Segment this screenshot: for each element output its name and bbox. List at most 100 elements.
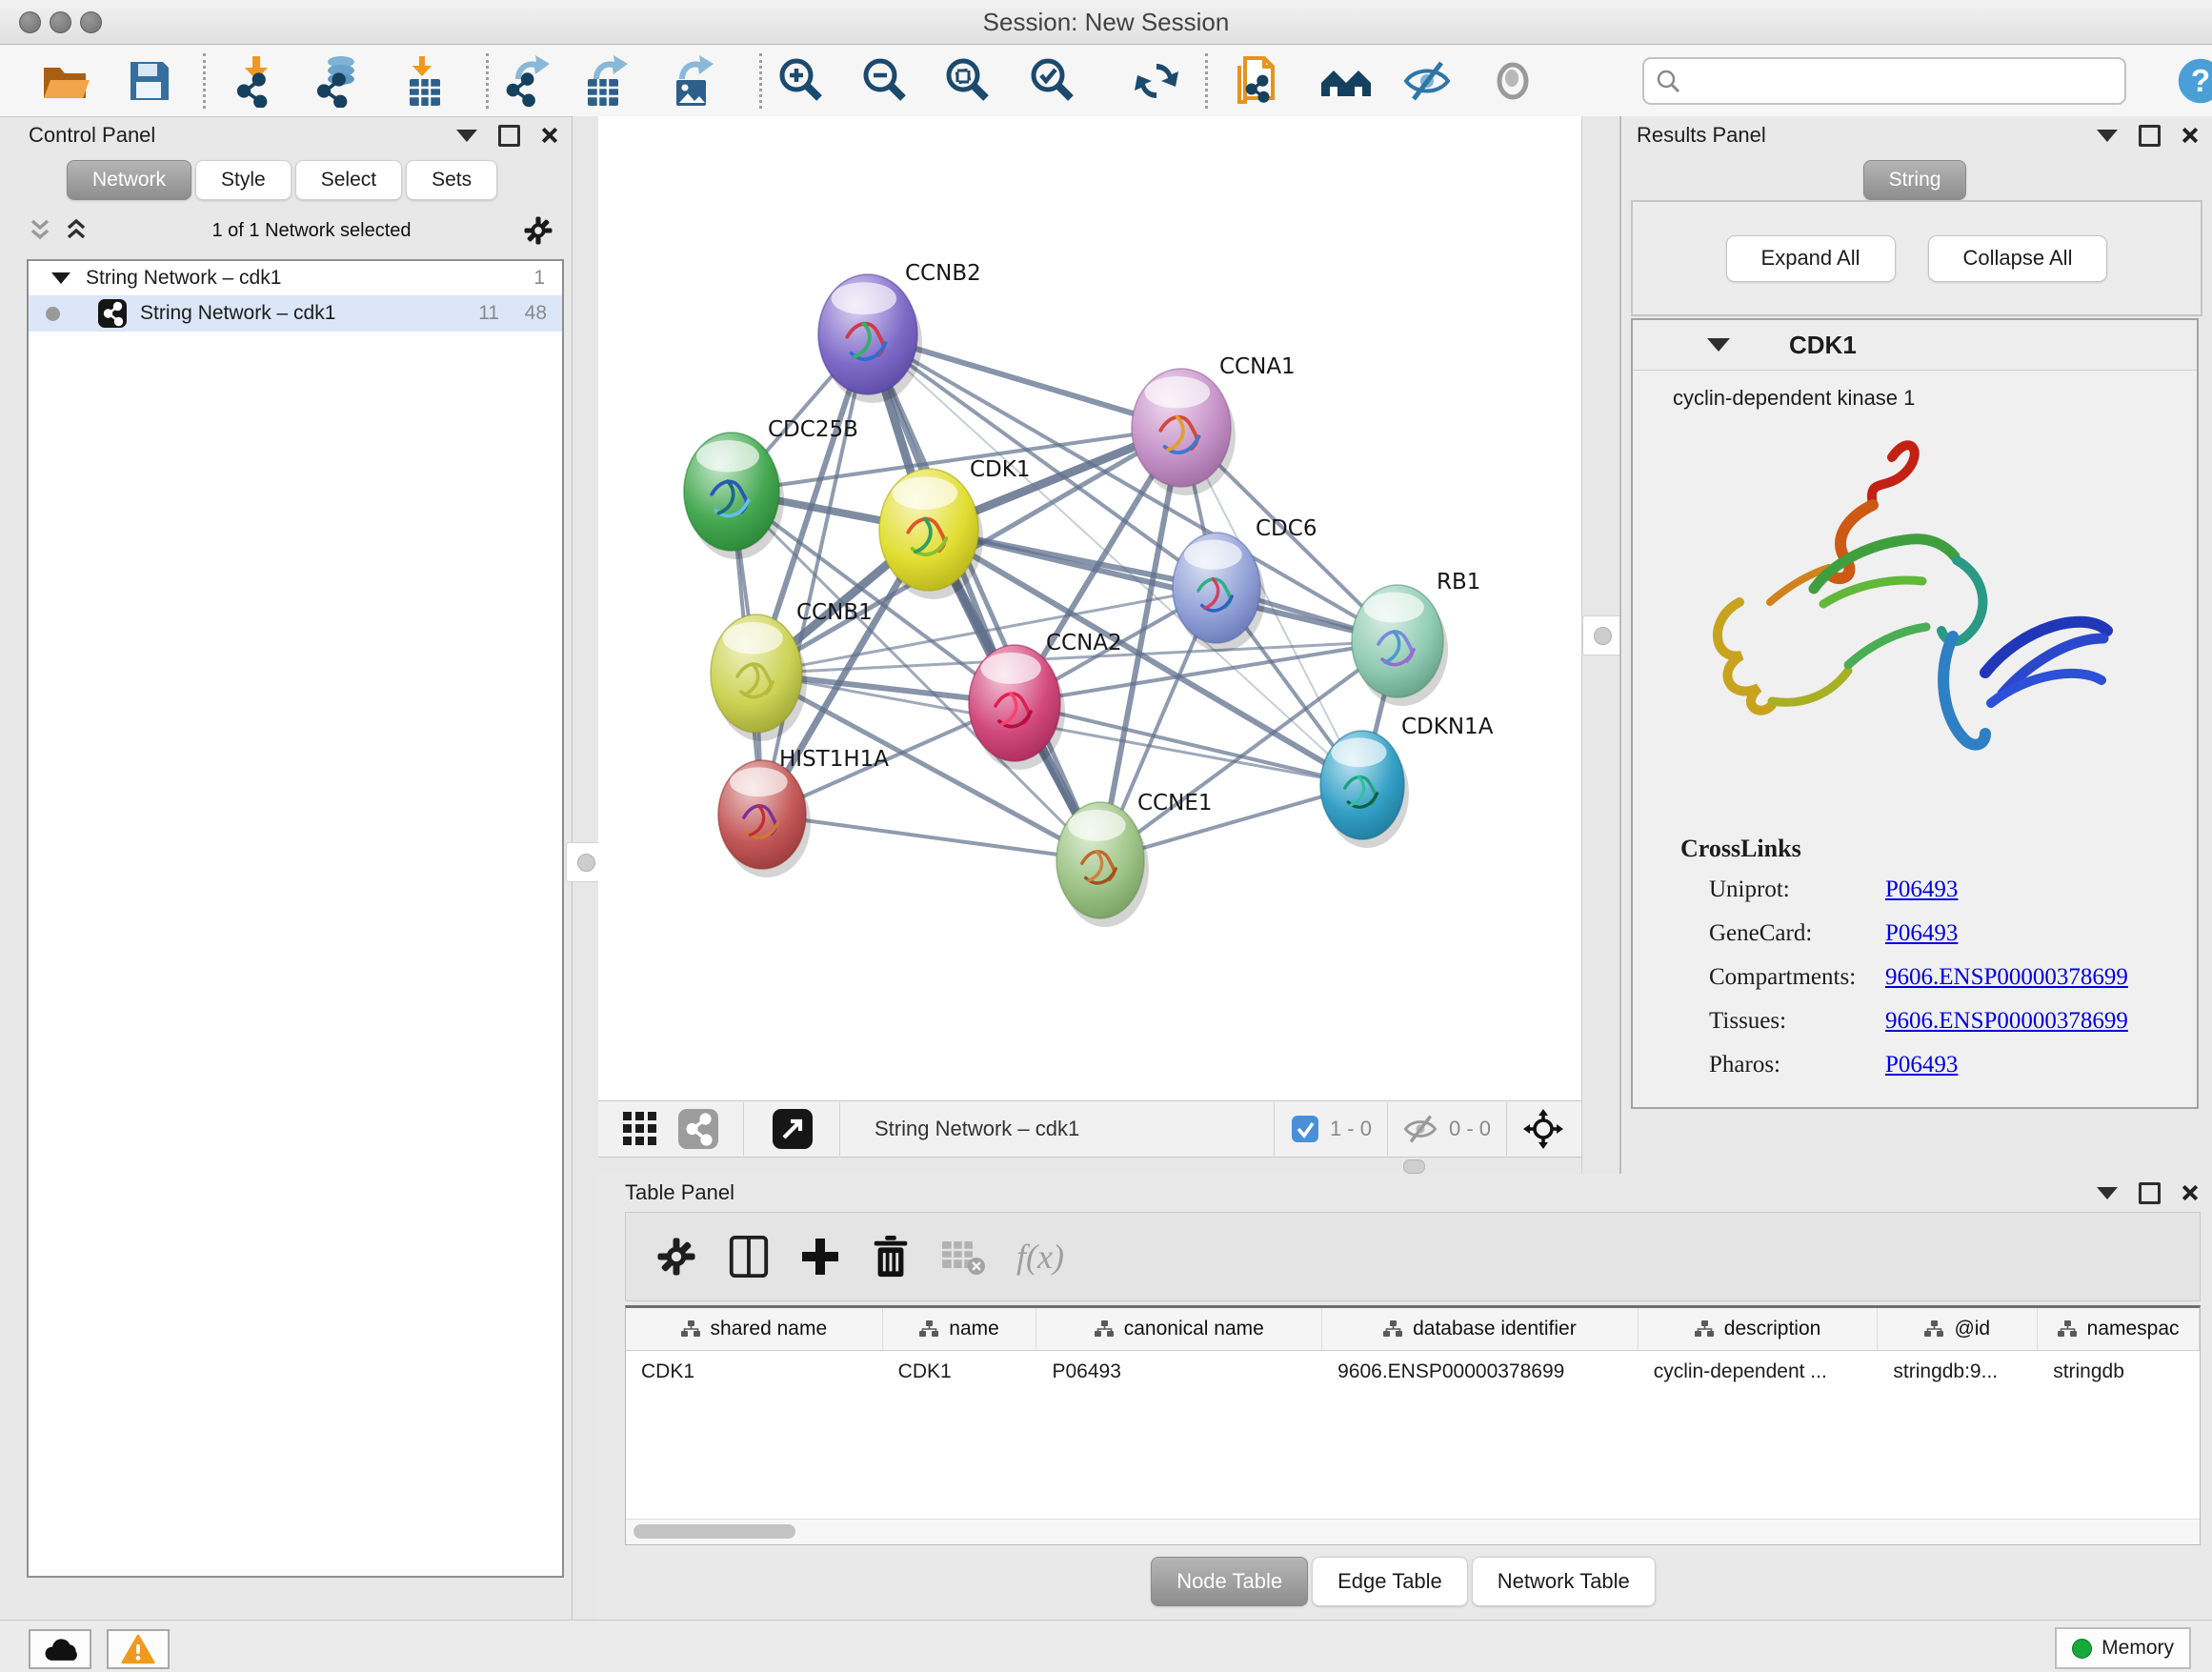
panel-float-icon[interactable]	[2139, 125, 2161, 147]
network-collection-row[interactable]: String Network – cdk1 1	[29, 261, 562, 295]
control-panel-tab-network[interactable]: Network	[67, 160, 191, 200]
collection-expander-icon[interactable]	[51, 272, 70, 284]
zoom-fit-button[interactable]	[936, 50, 997, 111]
table-cell[interactable]: stringdb:9...	[1878, 1360, 2038, 1383]
scrollbar-thumb[interactable]	[633, 1524, 795, 1539]
panel-close-icon[interactable]	[2182, 127, 2199, 144]
panel-float-icon[interactable]	[498, 125, 520, 147]
network-row[interactable]: String Network – cdk1 11 48	[29, 295, 562, 332]
column-header-4[interactable]: database identifier	[1322, 1308, 1639, 1350]
expand-all-button[interactable]: Expand All	[1726, 235, 1896, 282]
home-button[interactable]	[1316, 50, 1377, 111]
import-network-file-button[interactable]	[227, 50, 288, 111]
network-node-CCNA1[interactable]	[1132, 369, 1236, 495]
column-header-5[interactable]: description	[1639, 1308, 1879, 1350]
network-node-RB1[interactable]	[1352, 585, 1448, 706]
table-cell[interactable]: CDK1	[626, 1360, 883, 1383]
hidden-eye-slash-icon[interactable]	[1401, 1113, 1439, 1145]
network-canvas[interactable]: CCNB2CCNA1CDC25BCDK1CDC6RB1CCNB1CCNA2CDK…	[598, 116, 1581, 1100]
network-node-CCNB1[interactable]	[711, 614, 807, 741]
panel-menu-icon[interactable]	[456, 130, 477, 142]
table-tab-network-table[interactable]: Network Table	[1472, 1557, 1656, 1606]
table-options-gear-icon[interactable]	[654, 1235, 698, 1279]
network-node-CDC6[interactable]	[1173, 533, 1265, 652]
right-splitter[interactable]	[1581, 116, 1620, 1174]
crosslink-link[interactable]: P06493	[1885, 1052, 1958, 1078]
right-splitter-handle[interactable]	[1582, 615, 1622, 655]
network-edge[interactable]	[929, 530, 1398, 641]
column-header-1[interactable]: shared name	[626, 1308, 883, 1350]
import-network-database-button[interactable]	[307, 50, 368, 111]
table-cell[interactable]: CDK1	[883, 1360, 1037, 1383]
zoom-selected-button[interactable]	[1021, 50, 1082, 111]
panel-close-icon[interactable]	[2182, 1184, 2199, 1201]
table-tab-node-table[interactable]: Node Table	[1151, 1557, 1308, 1606]
table-tab-edge-table[interactable]: Edge Table	[1312, 1557, 1468, 1606]
export-image-button[interactable]	[660, 50, 721, 111]
horizontal-splitter-handle[interactable]	[1403, 1159, 1425, 1174]
panel-menu-icon[interactable]	[2097, 130, 2118, 142]
search-input[interactable]	[1688, 68, 2113, 94]
control-panel-tab-style[interactable]: Style	[195, 160, 292, 200]
string-view-icon[interactable]	[678, 1109, 718, 1149]
export-network-button[interactable]	[496, 50, 557, 111]
gene-expander-icon[interactable]	[1707, 338, 1730, 352]
column-header-7[interactable]: namespac	[2038, 1308, 2200, 1350]
crosslink-link[interactable]: P06493	[1885, 876, 1958, 903]
table-cell[interactable]: P06493	[1036, 1360, 1322, 1383]
fit-content-crosshair-icon[interactable]	[1522, 1108, 1564, 1150]
control-panel-tab-sets[interactable]: Sets	[406, 160, 497, 200]
table-horizontal-scrollbar[interactable]	[626, 1519, 2200, 1544]
help-button[interactable]: ?	[2170, 50, 2212, 111]
zoom-in-button[interactable]	[770, 50, 831, 111]
panel-float-icon[interactable]	[2139, 1182, 2161, 1204]
network-options-gear-icon[interactable]	[522, 214, 554, 247]
share-document-button[interactable]	[1228, 50, 1289, 111]
selected-checkbox-icon[interactable]	[1292, 1116, 1318, 1142]
open-session-button[interactable]	[34, 50, 95, 111]
create-column-plus-icon[interactable]	[799, 1236, 841, 1278]
hide-selected-button[interactable]	[1397, 50, 1458, 111]
network-edge[interactable]	[762, 815, 1100, 860]
save-session-button[interactable]	[119, 50, 180, 111]
results-tab-string[interactable]: String	[1863, 160, 1967, 200]
gene-section-header[interactable]: CDK1	[1633, 320, 2197, 371]
open-in-new-icon[interactable]	[773, 1109, 813, 1149]
column-header-6[interactable]: @id	[1878, 1308, 2038, 1350]
function-builder-icon[interactable]: f(x)	[1016, 1237, 1064, 1277]
table-row[interactable]: CDK1CDK1P064939606.ENSP00000378699cyclin…	[626, 1351, 2200, 1393]
delete-table-icon[interactable]	[940, 1238, 988, 1276]
import-table-button[interactable]	[394, 50, 455, 111]
table-cell[interactable]: stringdb	[2038, 1360, 2200, 1383]
left-splitter[interactable]	[572, 116, 599, 1620]
horizontal-splitter[interactable]	[598, 1157, 1581, 1174]
network-node-CDKN1A[interactable]	[1320, 731, 1409, 848]
network-graph[interactable]: CCNB2CCNA1CDC25BCDK1CDC6RB1CCNB1CCNA2CDK…	[598, 116, 1581, 1100]
crosslink-link[interactable]: 9606.ENSP00000378699	[1885, 1008, 2128, 1035]
table-cell[interactable]: 9606.ENSP00000378699	[1322, 1360, 1639, 1383]
network-node-CDK1[interactable]	[879, 469, 983, 599]
node-table[interactable]: shared namenamecanonical namedatabase id…	[625, 1305, 2201, 1545]
panel-close-icon[interactable]	[541, 127, 558, 144]
search-field[interactable]	[1642, 57, 2126, 105]
collapse-all-button[interactable]: Collapse All	[1928, 235, 2108, 282]
network-edge[interactable]	[868, 334, 1100, 860]
network-node-CCNB2[interactable]	[818, 274, 922, 403]
network-node-CCNE1[interactable]	[1056, 802, 1149, 927]
collapse-all-tree-icon[interactable]	[30, 218, 65, 243]
show-columns-icon[interactable]	[727, 1235, 771, 1279]
refresh-layout-button[interactable]	[1126, 50, 1187, 111]
expand-all-tree-icon[interactable]	[67, 218, 101, 243]
export-table-button[interactable]	[574, 50, 635, 111]
zoom-out-button[interactable]	[854, 50, 915, 111]
network-node-CCNA2[interactable]	[969, 645, 1065, 770]
crosslink-link[interactable]: 9606.ENSP00000378699	[1885, 964, 2128, 991]
show-preview-button[interactable]	[1482, 50, 1543, 111]
warnings-button[interactable]	[107, 1629, 170, 1669]
delete-column-trash-icon[interactable]	[870, 1235, 912, 1279]
network-node-CDC25B[interactable]	[684, 433, 784, 559]
column-header-2[interactable]: name	[883, 1308, 1037, 1350]
column-header-3[interactable]: canonical name	[1036, 1308, 1322, 1350]
table-cell[interactable]: cyclin-dependent ...	[1639, 1360, 1879, 1383]
panel-menu-icon[interactable]	[2097, 1187, 2118, 1199]
